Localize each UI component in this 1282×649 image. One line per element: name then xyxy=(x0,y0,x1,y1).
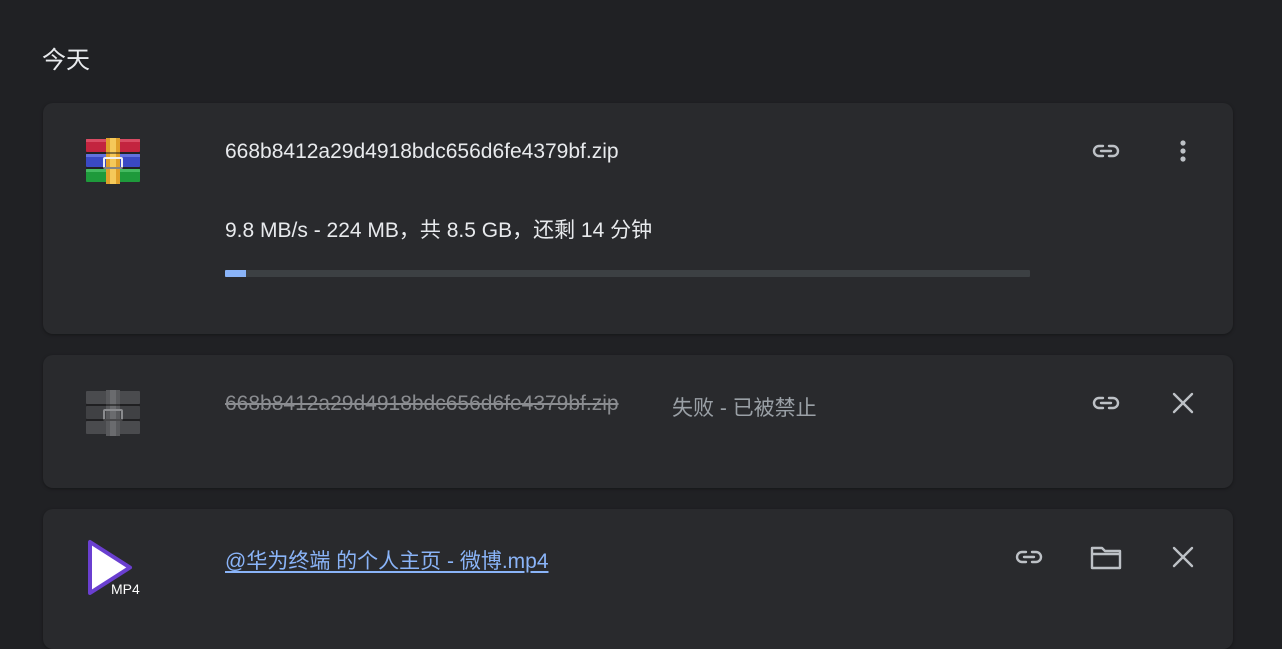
link-icon xyxy=(1092,396,1120,410)
download-item-completed: MP4 @华为终端 的个人主页 - 微博.mp4 xyxy=(43,509,1233,649)
remove-from-list-button[interactable] xyxy=(1163,537,1203,577)
show-in-folder-button[interactable] xyxy=(1086,537,1126,577)
download-failed-status: 失败 - 已被禁止 xyxy=(672,397,817,420)
more-vert-icon xyxy=(1180,140,1186,162)
download-filename: 668b8412a29d4918bdc656d6fe4379bf.zip xyxy=(225,392,619,415)
close-icon xyxy=(1172,546,1194,568)
more-actions-button[interactable] xyxy=(1163,131,1203,171)
folder-icon xyxy=(1090,546,1122,570)
copy-link-button[interactable] xyxy=(1086,131,1126,171)
mp4-icon-label: MP4 xyxy=(111,581,140,597)
link-icon xyxy=(1015,550,1043,564)
mp4-video-icon: MP4 xyxy=(86,539,144,599)
close-icon xyxy=(1172,392,1194,414)
section-date-header: 今天 xyxy=(42,47,90,74)
download-progress-bar xyxy=(225,270,1030,277)
remove-from-list-button[interactable] xyxy=(1163,383,1203,423)
copy-link-button[interactable] xyxy=(1009,537,1049,577)
winrar-archive-icon-greyed xyxy=(86,390,140,436)
winrar-archive-icon xyxy=(86,138,140,184)
download-filename-link[interactable]: @华为终端 的个人主页 - 微博.mp4 xyxy=(225,545,549,575)
copy-link-button[interactable] xyxy=(1086,383,1126,423)
download-item-failed: 668b8412a29d4918bdc656d6fe4379bf.zip 失败 … xyxy=(43,355,1233,488)
download-status: 9.8 MB/s - 224 MB，共 8.5 GB，还剩 14 分钟 xyxy=(225,219,653,242)
link-icon xyxy=(1092,144,1120,158)
download-filename[interactable]: 668b8412a29d4918bdc656d6fe4379bf.zip xyxy=(225,140,619,164)
download-progress-fill xyxy=(225,270,246,277)
download-item-in-progress: 668b8412a29d4918bdc656d6fe4379bf.zip 9.8… xyxy=(43,103,1233,334)
